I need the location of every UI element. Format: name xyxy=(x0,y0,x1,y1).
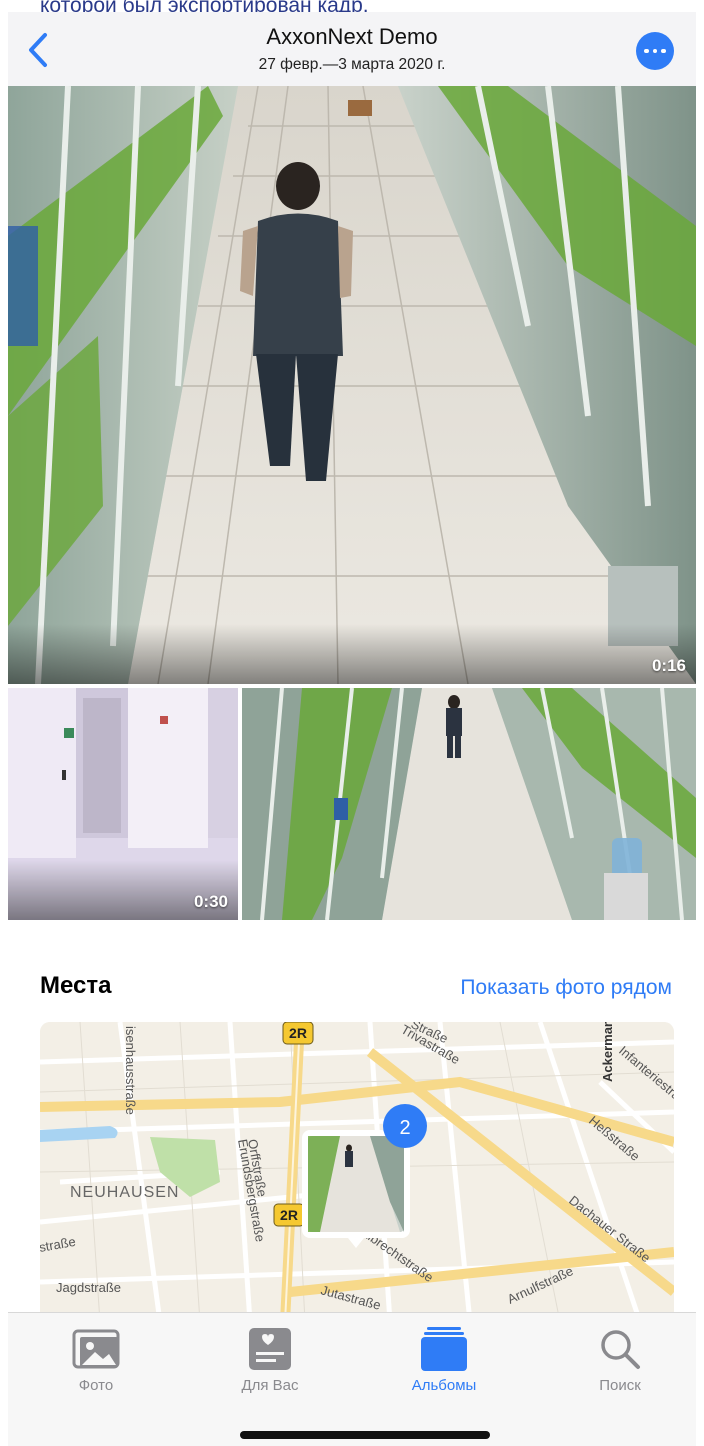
corridor-video-frame xyxy=(8,86,696,684)
map-canvas: 2R 2R NEUHAUSEN isenhausstraße Trivastra… xyxy=(40,1022,674,1322)
ellipsis-icon xyxy=(644,48,649,54)
album-date-range: 27 февр.—3 марта 2020 г. xyxy=(258,56,446,73)
home-indicator[interactable] xyxy=(240,1431,490,1439)
video-duration: 0:30 xyxy=(193,892,228,911)
screen: которой был экспортирован кадр. AxxonNex… xyxy=(0,0,704,1446)
album-title: AxxonNext Demo xyxy=(266,24,438,49)
road-badge-label: 2R xyxy=(289,1025,307,1041)
svg-text:Jagdstraße: Jagdstraße xyxy=(56,1280,121,1295)
tab-bar: Фото Для Вас Альбомы Поиск xyxy=(8,1312,696,1446)
svg-text:Ackermannstraße: Ackermannstraße xyxy=(600,1022,615,1082)
albums-icon xyxy=(416,1327,472,1371)
show-nearby-photos-link[interactable]: Показать фото рядом xyxy=(460,976,672,1000)
corridor-photo xyxy=(242,688,696,920)
svg-text:2R: 2R xyxy=(280,1207,298,1223)
media-thumbnail-small-2[interactable] xyxy=(242,688,696,920)
navigation-bar: AxxonNext Demo 27 февр.—3 марта 2020 г. xyxy=(8,12,696,86)
tab-search[interactable]: Поиск xyxy=(560,1327,680,1399)
for-you-icon xyxy=(242,1327,298,1371)
map-district-label: NEUHAUSEN xyxy=(70,1184,179,1201)
media-thumbnail-large[interactable]: 0:16 xyxy=(8,86,696,684)
tab-albums[interactable]: Альбомы xyxy=(384,1327,504,1399)
search-icon xyxy=(592,1327,648,1371)
tab-for-you[interactable]: Для Вас xyxy=(210,1327,330,1399)
tab-photos[interactable]: Фото xyxy=(36,1327,156,1399)
photos-icon xyxy=(68,1327,124,1371)
media-thumbnail-small-1[interactable]: 0:30 xyxy=(8,688,238,920)
video-duration: 0:16 xyxy=(651,656,686,675)
places-section-title: Места xyxy=(40,972,112,999)
places-map[interactable]: 2R 2R NEUHAUSEN isenhausstraße Trivastra… xyxy=(40,1022,674,1322)
svg-text:isenhausstraße: isenhausstraße xyxy=(123,1026,138,1115)
more-options-button[interactable] xyxy=(636,32,674,70)
photo-cluster-count: 2 xyxy=(399,1117,410,1139)
